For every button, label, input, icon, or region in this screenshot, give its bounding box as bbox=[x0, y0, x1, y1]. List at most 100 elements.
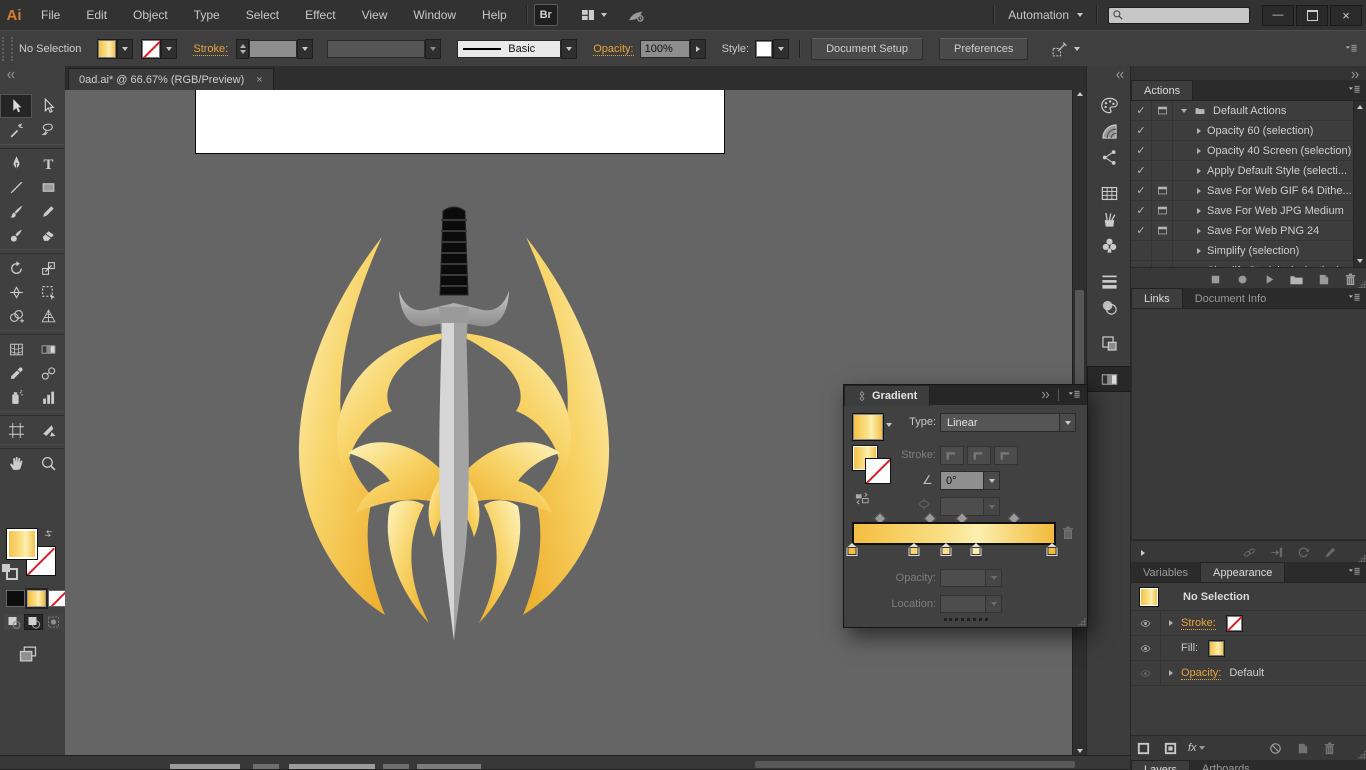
width-tool[interactable] bbox=[0, 280, 32, 304]
menu-item[interactable]: File bbox=[28, 0, 73, 30]
action-row[interactable]: ✓ Opacity 40 Screen (selection) bbox=[1131, 141, 1366, 161]
bottom-tab[interactable]: Artboards bbox=[1190, 760, 1262, 770]
edit-original-icon[interactable] bbox=[1322, 545, 1339, 560]
collapse-to-icons-icon[interactable] bbox=[1039, 390, 1052, 400]
gradient-mode-button[interactable] bbox=[27, 590, 46, 607]
go-to-link-icon[interactable] bbox=[1268, 545, 1285, 560]
action-dialog-toggle[interactable] bbox=[1152, 141, 1173, 160]
opacity-field[interactable]: 100% bbox=[640, 40, 690, 58]
minimize-button[interactable]: — bbox=[1262, 5, 1294, 26]
gradient-stop-handle[interactable] bbox=[847, 543, 858, 556]
gradient-location-dropdown[interactable] bbox=[940, 595, 1002, 613]
menu-item[interactable]: Window bbox=[400, 0, 469, 30]
brush-definition-field[interactable]: Basic bbox=[457, 40, 561, 58]
opacity-popup-arrow[interactable] bbox=[690, 39, 706, 59]
color-mode-button[interactable] bbox=[6, 590, 25, 607]
delete-stop-icon[interactable] bbox=[1060, 525, 1076, 541]
action-row[interactable]: ✓ Simplify (selection) bbox=[1131, 241, 1366, 261]
expand-closed-icon[interactable] bbox=[1197, 168, 1201, 174]
action-row[interactable]: ✓ Default Actions bbox=[1131, 101, 1366, 121]
arrange-documents-icon[interactable] bbox=[578, 7, 598, 23]
artboard-nav-prev[interactable] bbox=[253, 764, 279, 769]
brush-definition-dropdown[interactable] bbox=[561, 39, 577, 59]
appearance-row-label[interactable]: Fill: bbox=[1181, 642, 1198, 654]
type-tool[interactable]: T bbox=[32, 151, 64, 175]
selection-tool[interactable] bbox=[0, 94, 32, 118]
gradient-along-stroke-button[interactable] bbox=[967, 446, 991, 465]
action-dialog-toggle[interactable] bbox=[1152, 181, 1173, 200]
expand-row-icon[interactable] bbox=[1169, 620, 1173, 626]
stroke-weight-dropdown[interactable] bbox=[297, 39, 313, 59]
stroke-color-swatch[interactable] bbox=[141, 39, 161, 59]
menu-item[interactable]: Select bbox=[233, 0, 292, 30]
expand-closed-icon[interactable] bbox=[1197, 228, 1201, 234]
panel-menu-icon[interactable] bbox=[1345, 84, 1363, 96]
width-profile-dropdown[interactable] bbox=[425, 39, 441, 59]
document-setup-button[interactable]: Document Setup bbox=[811, 38, 923, 60]
gradient-swatch-thumbnail[interactable] bbox=[852, 413, 884, 441]
stop-recording-icon[interactable] bbox=[1207, 272, 1224, 287]
color-guide-panel-icon[interactable] bbox=[1087, 118, 1131, 144]
scroll-up-arrow[interactable] bbox=[1073, 92, 1086, 96]
collapse-toolbar-icon[interactable] bbox=[5, 70, 17, 80]
angle-dropdown[interactable]: 0° bbox=[940, 471, 1000, 490]
add-new-stroke-icon[interactable] bbox=[1135, 741, 1152, 756]
draw-normal-button[interactable] bbox=[4, 614, 23, 630]
rectangle-tool[interactable] bbox=[32, 175, 64, 199]
maximize-button[interactable] bbox=[1296, 5, 1328, 26]
action-check-toggle[interactable]: ✓ bbox=[1131, 201, 1152, 220]
bridge-button[interactable]: Br bbox=[534, 4, 558, 26]
menu-item[interactable]: Effect bbox=[292, 0, 348, 30]
expand-closed-icon[interactable] bbox=[1197, 248, 1201, 254]
expand-closed-icon[interactable] bbox=[1197, 188, 1201, 194]
panel-menu-icon[interactable] bbox=[1342, 43, 1360, 55]
action-dialog-toggle[interactable] bbox=[1152, 121, 1173, 140]
show-link-info-icon[interactable] bbox=[1141, 550, 1145, 556]
artwork-emblem[interactable] bbox=[253, 203, 655, 643]
stroke-link[interactable]: Stroke: bbox=[193, 43, 228, 56]
swap-fill-stroke-icon[interactable] bbox=[42, 528, 55, 539]
type-dropdown[interactable]: Linear bbox=[940, 413, 1076, 432]
visibility-eye-icon[interactable] bbox=[1138, 668, 1153, 679]
select-similar-icon[interactable] bbox=[1050, 41, 1069, 58]
document-tab[interactable]: 0ad.ai* @ 66.67% (RGB/Preview) × bbox=[68, 68, 274, 90]
links-panel-tab[interactable]: Links bbox=[1131, 288, 1183, 308]
action-row[interactable]: ✓ Save For Web GIF 64 Dithe... bbox=[1131, 181, 1366, 201]
appearance-panel-tab[interactable]: Appearance bbox=[1200, 562, 1285, 582]
appearance-row[interactable]: Stroke: bbox=[1131, 611, 1366, 636]
action-row[interactable]: ✓ Save For Web JPG Medium bbox=[1131, 201, 1366, 221]
appearance-header-row[interactable]: No Selection bbox=[1131, 583, 1366, 611]
action-dialog-toggle[interactable] bbox=[1152, 221, 1173, 240]
close-button[interactable]: × bbox=[1330, 5, 1362, 26]
action-dialog-toggle[interactable] bbox=[1152, 161, 1173, 180]
search-input[interactable] bbox=[1108, 7, 1250, 24]
action-dialog-toggle[interactable] bbox=[1152, 201, 1173, 220]
gradient-within-stroke-button[interactable] bbox=[940, 446, 964, 465]
document-tab-close-icon[interactable]: × bbox=[256, 74, 262, 86]
expand-row-icon[interactable] bbox=[1169, 670, 1173, 676]
menu-item[interactable]: View bbox=[349, 0, 401, 30]
action-row[interactable]: ✓ Save For Web PNG 24 bbox=[1131, 221, 1366, 241]
draw-behind-button[interactable] bbox=[24, 614, 43, 630]
horizontal-scroll-thumb[interactable] bbox=[755, 761, 1075, 768]
free-transform-tool[interactable] bbox=[32, 280, 64, 304]
record-icon[interactable] bbox=[1234, 272, 1251, 287]
mesh-tool[interactable] bbox=[0, 337, 32, 361]
action-dialog-toggle[interactable] bbox=[1152, 101, 1173, 120]
appearance-row-label[interactable]: Stroke: bbox=[1181, 617, 1216, 630]
links-panel-tab[interactable]: Document Info bbox=[1183, 289, 1279, 308]
panel-menu-icon[interactable] bbox=[1345, 292, 1363, 304]
appearance-row[interactable]: Fill: bbox=[1131, 636, 1366, 661]
fill-color-swatch[interactable] bbox=[97, 39, 117, 59]
menu-item[interactable]: Type bbox=[181, 0, 233, 30]
play-action-icon[interactable] bbox=[1261, 272, 1278, 287]
artboard-nav-next[interactable] bbox=[383, 764, 409, 769]
gradient-stop-handle[interactable] bbox=[941, 543, 952, 556]
chevron-down-icon[interactable] bbox=[601, 13, 607, 17]
stroke-weight-field[interactable] bbox=[249, 40, 297, 58]
add-new-fill-icon[interactable] bbox=[1162, 741, 1179, 756]
scroll-down-arrow[interactable] bbox=[1073, 749, 1086, 753]
action-check-toggle[interactable]: ✓ bbox=[1131, 141, 1152, 160]
artboard[interactable] bbox=[195, 90, 725, 154]
menu-item[interactable]: Object bbox=[120, 0, 181, 30]
